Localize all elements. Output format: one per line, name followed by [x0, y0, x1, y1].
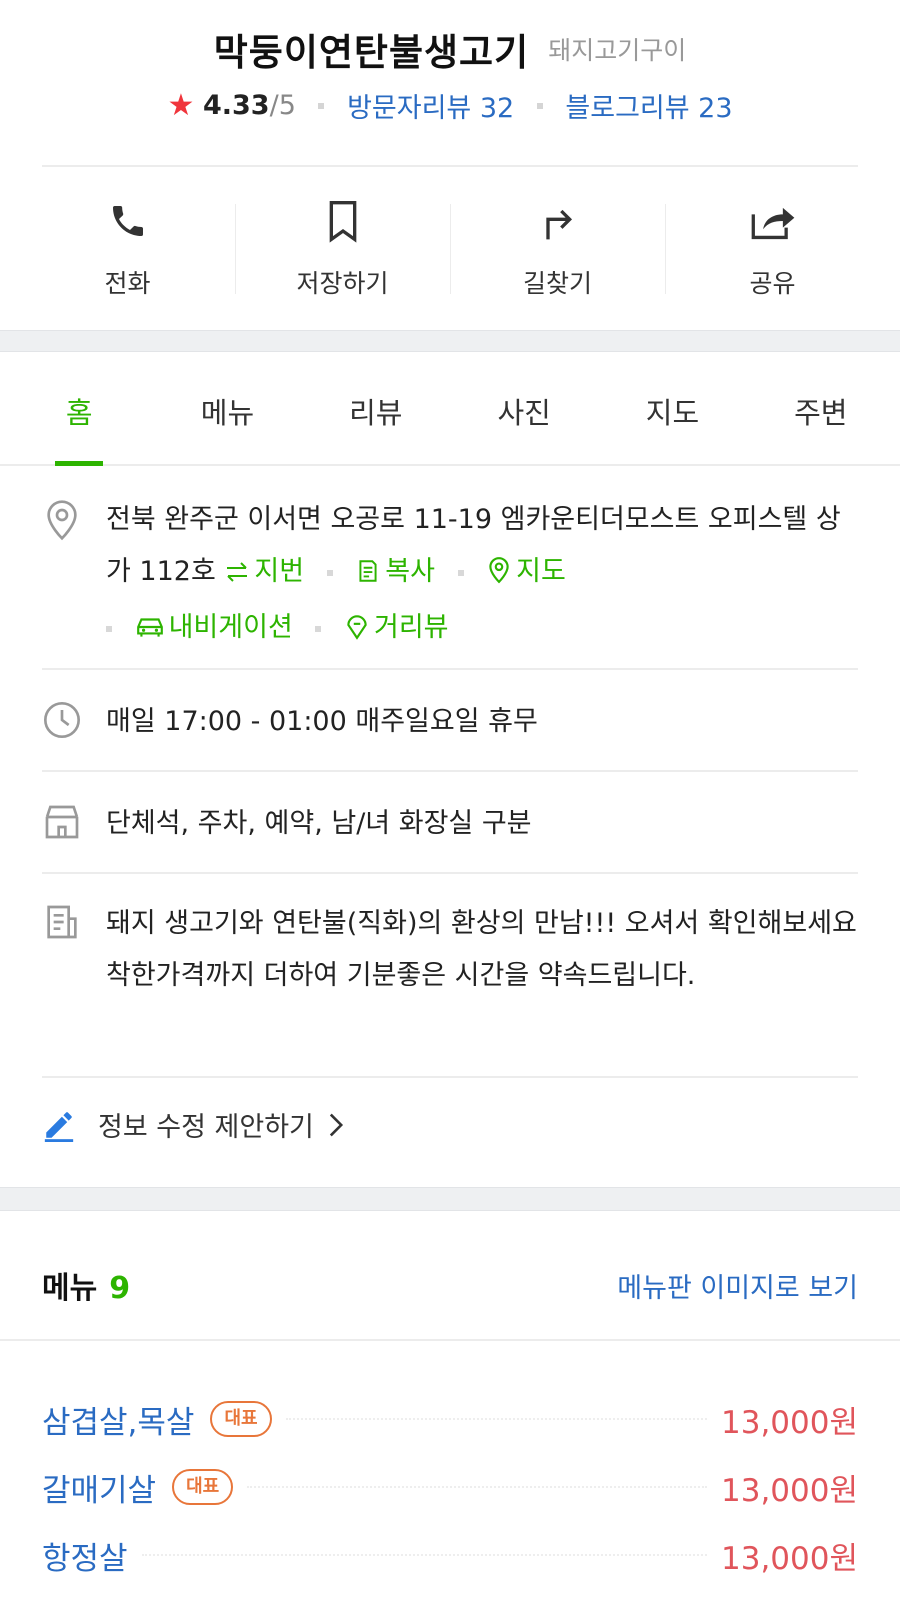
rating-value: 4.33 — [202, 90, 270, 121]
dotted-leader — [141, 1554, 707, 1556]
tab-nearby[interactable]: 주변 — [747, 358, 895, 464]
rating-row: ★ 4.33/5 방문자리뷰 32 블로그리뷰 23 — [0, 86, 900, 125]
menu-header: 메뉴 9 메뉴판 이미지로 보기 — [42, 1255, 858, 1315]
dotted-leader — [247, 1486, 707, 1488]
menu-item-price: 13,000원 — [721, 1404, 858, 1441]
description-row: 돼지 생고기와 연탄불(직화)의 환상의 만남!!! 오셔서 확인해보세요 착한… — [42, 898, 858, 1002]
bookmark-icon — [320, 198, 366, 244]
description-text: 돼지 생고기와 연탄불(직화)의 환상의 만남!!! 오셔서 확인해보세요 착한… — [106, 908, 857, 991]
edit-suggestion-link[interactable]: 정보 수정 제안하기 — [42, 1105, 344, 1144]
tab-bar: 홈 메뉴 리뷰 사진 지도 주변 — [0, 358, 900, 466]
separator-dot — [106, 625, 112, 632]
address-row: 전북 완주군 이서면 오공로 11-19 엠카운티더모스트 오피스텔 상가 11… — [42, 494, 858, 658]
chevron-right-icon — [328, 1112, 344, 1138]
representative-badge: 대표 — [210, 1401, 272, 1437]
facilities-text: 단체석, 주차, 예약, 남/녀 화장실 구분 — [106, 808, 532, 839]
navigation-label: 내비게이션 — [168, 612, 293, 643]
pencil-icon — [42, 1108, 76, 1142]
menu-item-price: 13,000원 — [721, 1472, 858, 1509]
star-icon: ★ — [167, 88, 195, 123]
edit-suggestion-label: 정보 수정 제안하기 — [98, 1112, 314, 1143]
call-button[interactable]: 전화 — [20, 180, 235, 310]
menu-item-price: 13,000원 — [721, 1540, 858, 1577]
divider — [42, 668, 858, 670]
divider — [42, 165, 858, 167]
divider — [42, 872, 858, 874]
share-icon — [750, 198, 796, 244]
menu-item-name: 항정살 — [42, 1540, 128, 1577]
menu-list: 삼겹살,목살 대표 13,000원 갈매기살 대표 13,000원 항정살 13… — [42, 1385, 858, 1589]
share-button[interactable]: 공유 — [665, 180, 880, 310]
menu-image-link[interactable]: 메뉴판 이미지로 보기 — [617, 1266, 858, 1305]
divider — [42, 1076, 858, 1078]
call-label: 전화 — [104, 269, 151, 298]
menu-item[interactable]: 항정살 13,000원 — [42, 1521, 858, 1589]
store-icon — [42, 802, 82, 842]
place-name: 막둥이연탄불생고기 — [213, 31, 530, 74]
directions-arrow-icon — [535, 198, 581, 244]
menu-item-name: 갈매기살 — [42, 1472, 157, 1509]
title-row: 막둥이연탄불생고기 돼지고기구이 — [0, 22, 900, 76]
tab-map[interactable]: 지도 — [598, 358, 746, 464]
tab-photos[interactable]: 사진 — [450, 358, 598, 464]
street-view-label: 거리뷰 — [373, 612, 449, 643]
tab-home[interactable]: 홈 — [5, 358, 153, 464]
copy-link[interactable]: 복사 — [355, 556, 435, 587]
separator-dot — [326, 569, 333, 576]
hours-text: 매일 17:00 - 01:00 매주일요일 휴무 — [106, 706, 538, 737]
place-category: 돼지고기구이 — [548, 36, 687, 65]
tab-menu[interactable]: 메뉴 — [153, 358, 301, 464]
address-text: 전북 완주군 이서면 오공로 11-19 엠카운티더모스트 오피스텔 상가 11… — [106, 504, 841, 587]
dotted-leader — [285, 1418, 707, 1420]
separator-dot — [457, 569, 464, 576]
copy-label: 복사 — [385, 556, 435, 587]
directions-label: 길찾기 — [522, 269, 592, 298]
hours-row: 매일 17:00 - 01:00 매주일요일 휴무 — [42, 696, 858, 748]
menu-item[interactable]: 갈매기살 대표 13,000원 — [42, 1453, 858, 1521]
blog-reviews-link[interactable]: 블로그리뷰 23 — [565, 93, 732, 124]
rating-max: /5 — [269, 90, 296, 121]
navigation-link[interactable]: 내비게이션 — [135, 612, 293, 643]
car-icon — [135, 606, 165, 658]
map-link[interactable]: 지도 — [486, 556, 566, 587]
lot-number-link[interactable]: 지번 — [224, 556, 304, 587]
save-button[interactable]: 저장하기 — [235, 180, 450, 310]
document-icon — [42, 902, 82, 942]
menu-item[interactable]: 삼겹살,목살 대표 13,000원 — [42, 1385, 858, 1453]
swap-arrows-icon — [224, 550, 250, 602]
menu-title-group: 메뉴 9 — [42, 1263, 130, 1307]
facilities-row: 단체석, 주차, 예약, 남/녀 화장실 구분 — [42, 798, 858, 850]
divider — [0, 1339, 900, 1341]
copy-document-icon — [355, 550, 381, 602]
map-pin-icon — [486, 550, 512, 602]
separator-dot — [318, 102, 325, 109]
menu-count: 9 — [109, 1271, 131, 1306]
directions-button[interactable]: 길찾기 — [450, 180, 665, 310]
tab-reviews[interactable]: 리뷰 — [302, 358, 450, 464]
section-gap — [0, 330, 900, 352]
divider — [42, 770, 858, 772]
street-view-link[interactable]: 거리뷰 — [344, 612, 449, 643]
menu-item-name: 삼겹살,목살 — [42, 1404, 195, 1441]
visitor-reviews-link[interactable]: 방문자리뷰 32 — [347, 93, 514, 124]
map-label: 지도 — [516, 556, 566, 587]
separator-dot — [536, 102, 543, 109]
action-bar: 전화 저장하기 길찾기 공유 — [20, 180, 880, 310]
share-label: 공유 — [749, 269, 796, 298]
address-text-block: 전북 완주군 이서면 오공로 11-19 엠카운티더모스트 오피스텔 상가 11… — [106, 494, 858, 658]
save-label: 저장하기 — [296, 269, 389, 298]
section-gap — [0, 1187, 900, 1211]
menu-title: 메뉴 — [42, 1271, 98, 1306]
separator-dot — [315, 625, 322, 632]
clock-icon — [42, 700, 82, 740]
location-pin-icon — [42, 498, 82, 541]
lot-number-label: 지번 — [254, 556, 305, 587]
representative-badge: 대표 — [172, 1469, 234, 1505]
street-view-pin-icon — [344, 606, 370, 658]
place-header: 막둥이연탄불생고기 돼지고기구이 ★ 4.33/5 방문자리뷰 32 블로그리뷰… — [0, 0, 900, 167]
phone-icon — [105, 198, 151, 244]
